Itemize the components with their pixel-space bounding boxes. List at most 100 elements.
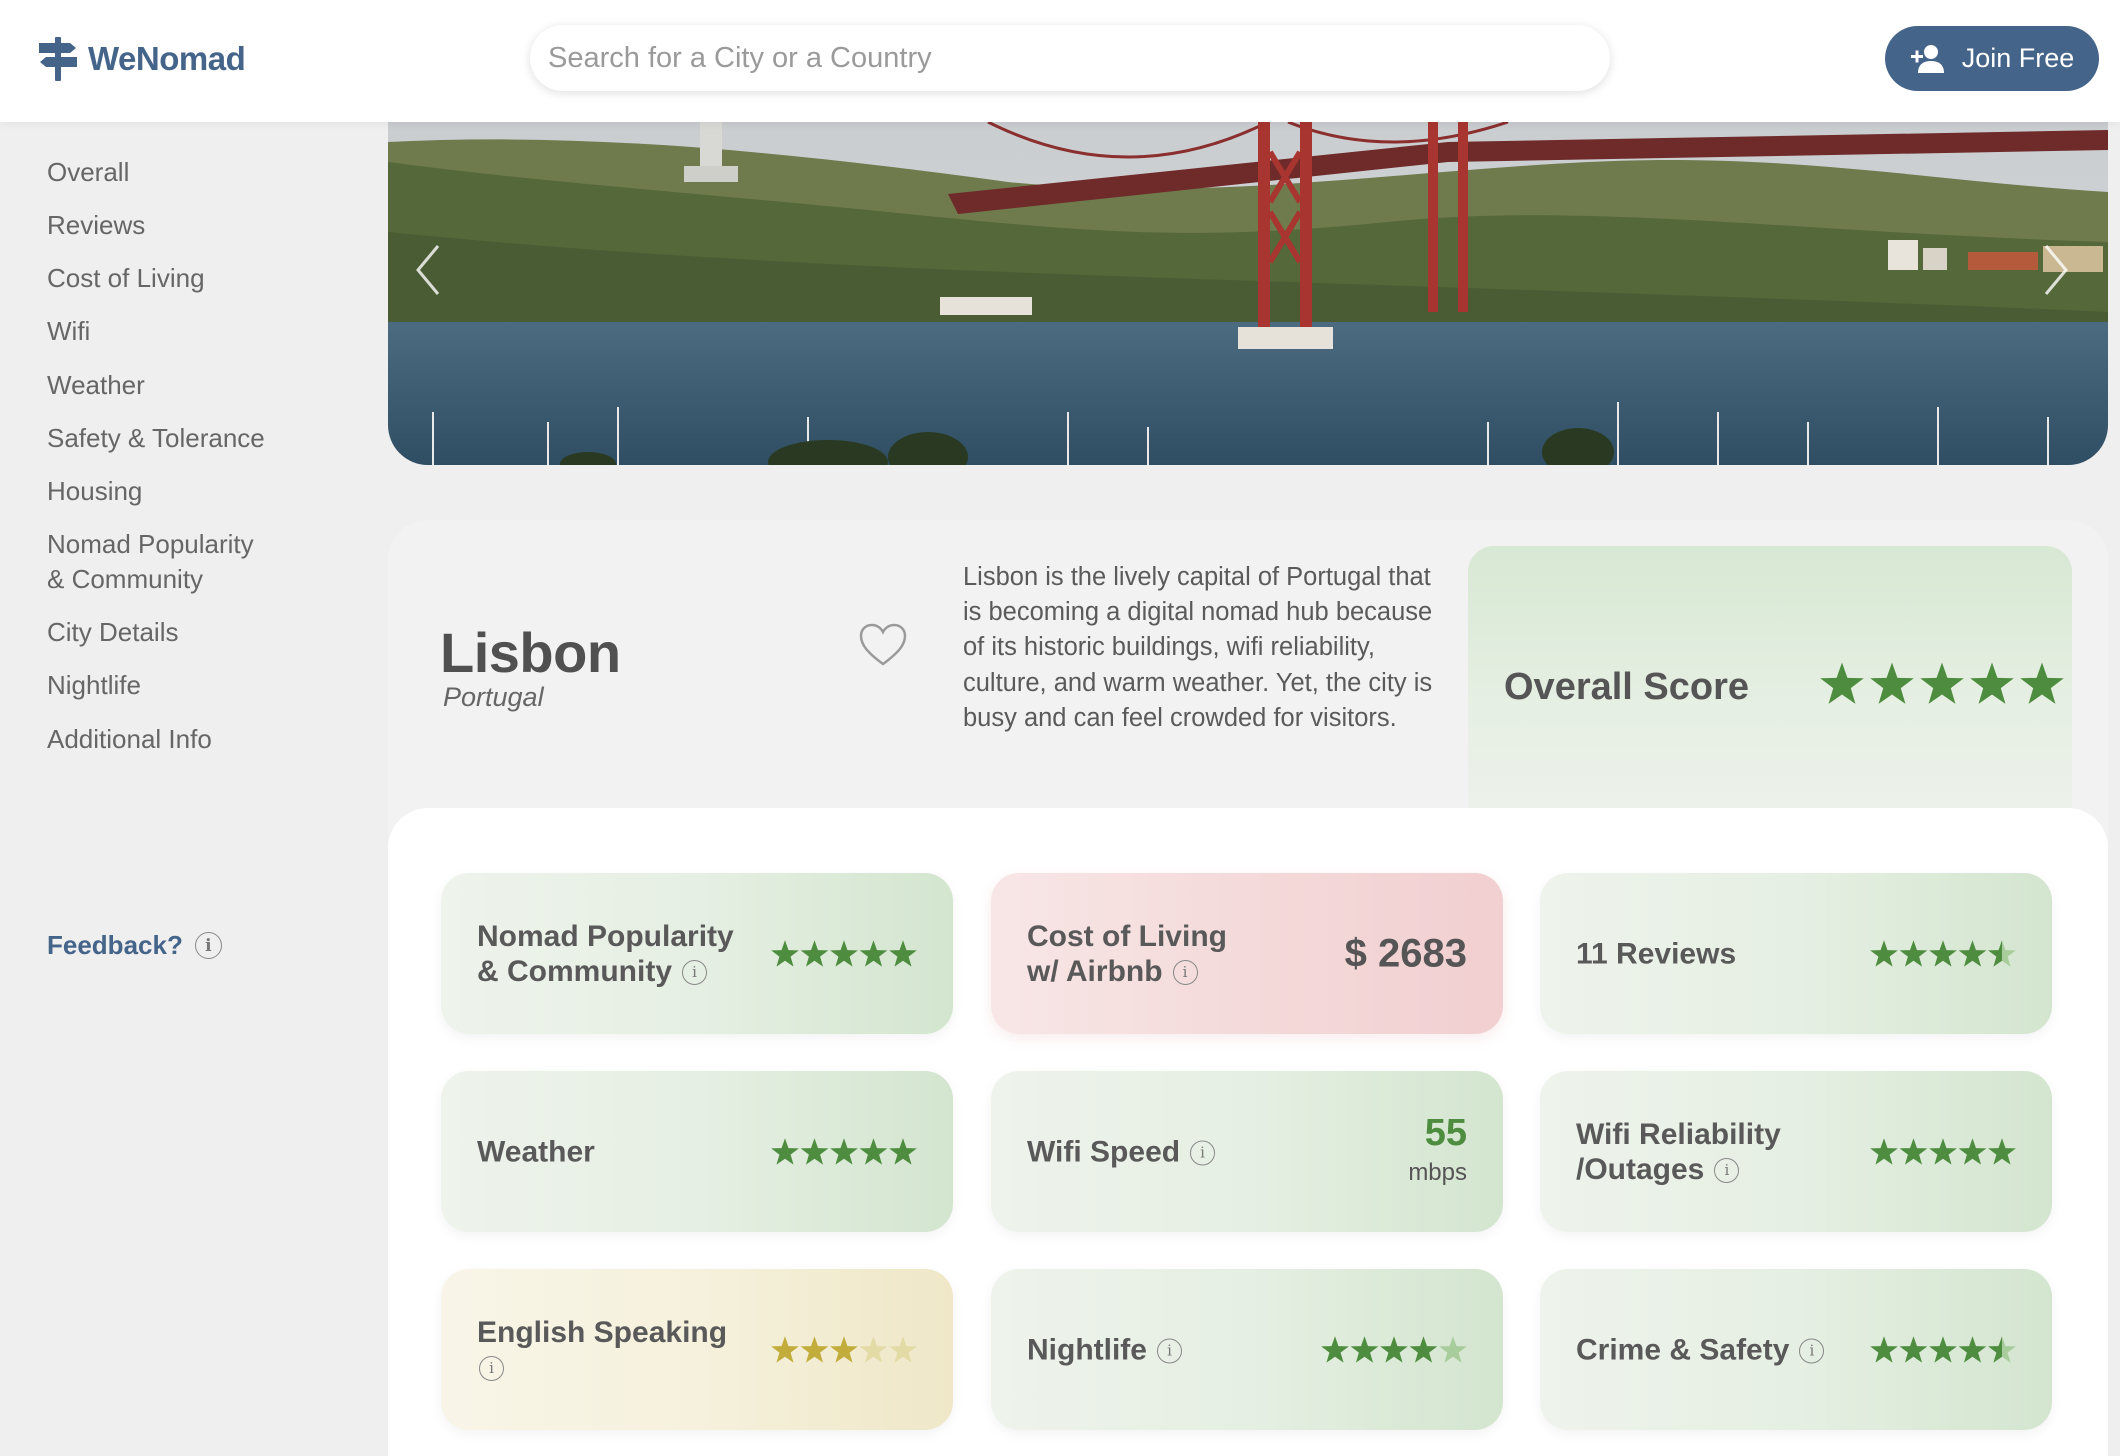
sidebar-item-weather[interactable]: Weather: [47, 368, 145, 403]
brand-name: WeNomad: [88, 40, 246, 77]
star-icon: [889, 1335, 917, 1363]
sidebar-item-label: & Community: [47, 564, 204, 594]
star-icon: [1929, 1137, 1957, 1165]
info-icon[interactable]: i: [1157, 1338, 1182, 1364]
star-icon: [800, 1137, 829, 1165]
signpost-icon: [39, 37, 77, 81]
star-icon: [1970, 662, 2014, 704]
search-input[interactable]: [530, 25, 1610, 91]
star-icon: [800, 1335, 829, 1363]
star-icon: [771, 939, 799, 967]
info-icon[interactable]: i: [194, 932, 222, 959]
feedback-label: Feedback?: [47, 930, 183, 960]
info-icon[interactable]: i: [1172, 960, 1198, 986]
tile-crime-safety[interactable]: Crime & Safety i: [1540, 1269, 2052, 1430]
sidebar: Overall Reviews Cost of Living Wifi Weat…: [0, 122, 386, 1456]
tile-reviews[interactable]: 11 Reviews: [1540, 873, 2052, 1034]
sidebar-item-city-details[interactable]: City Details: [47, 615, 178, 650]
sidebar-item-safety-tolerance[interactable]: Safety & Tolerance: [47, 421, 265, 456]
city-card: Lisbon Portugal Lisbon is the lively cap…: [388, 520, 2108, 1456]
star-icon: [889, 939, 917, 967]
feedback-link[interactable]: Feedback? i: [47, 930, 222, 961]
sidebar-item-wifi[interactable]: Wifi: [47, 314, 90, 349]
star-icon: [1958, 1137, 1987, 1165]
overall-score-label: Overall Score: [1504, 666, 1750, 708]
tile-label-line1: Wifi Reliability: [1576, 1117, 1781, 1151]
star-rating: [1870, 1137, 2016, 1165]
tile-wifi-reliability[interactable]: Wifi Reliability /Outages i: [1540, 1071, 2052, 1232]
sidebar-item-reviews[interactable]: Reviews: [47, 208, 145, 243]
star-icon: [859, 939, 888, 967]
info-icon[interactable]: i: [1799, 1338, 1825, 1364]
carousel-prev-button[interactable]: [408, 240, 448, 300]
star-rating: [1870, 939, 2016, 967]
star-icon: [1958, 939, 1987, 967]
tile-label-text: w/ Airbnb: [1027, 954, 1163, 988]
tile-label-text: Wifi Speed: [1027, 1135, 1181, 1168]
carousel-next-button[interactable]: [2036, 240, 2076, 300]
city-description: Lisbon is the lively capital of Portugal…: [963, 563, 1433, 732]
sidebar-item-overall[interactable]: Overall: [47, 155, 129, 190]
sidebar-item-label: Nomad Popularity: [47, 529, 254, 559]
sidebar-item-nomad-popularity[interactable]: Nomad Popularity & Community: [47, 527, 254, 597]
wifi-speed-unit: mbps: [1408, 1159, 1467, 1186]
tile-label-line1: Nomad Popularity: [477, 919, 734, 953]
tile-weather[interactable]: Weather: [441, 1071, 953, 1232]
star-icon: [1820, 662, 1864, 704]
join-free-label: Join Free: [1961, 43, 2075, 73]
tile-cost-of-living[interactable]: Cost of Living w/ Airbnb i $ 2683: [991, 873, 1503, 1034]
favorite-button[interactable]: [858, 622, 908, 668]
star-icon: [2020, 662, 2064, 704]
star-icon: [1870, 939, 1898, 967]
join-free-button[interactable]: Join Free: [1885, 26, 2099, 91]
sidebar-item-nightlife[interactable]: Nightlife: [47, 668, 141, 703]
overall-score-panel: Overall Score: [1468, 546, 2072, 836]
star-icon: [771, 1137, 799, 1165]
wifi-speed-value: 55 mbps: [1408, 1113, 1467, 1187]
info-icon[interactable]: i: [1714, 1158, 1740, 1184]
tile-label: Cost of Living w/ Airbnb i: [1027, 919, 1227, 989]
star-icon: [1439, 1335, 1467, 1363]
tile-english-speaking[interactable]: English Speaking i: [441, 1269, 953, 1430]
star-icon: [1929, 939, 1957, 967]
info-icon[interactable]: i: [1190, 1140, 1216, 1166]
tile-label: Weather: [477, 1135, 595, 1168]
tile-label-line2: i: [477, 1350, 727, 1385]
tile-nightlife[interactable]: Nightlife i: [991, 1269, 1503, 1430]
star-icon: [1350, 1335, 1379, 1363]
star-icon: [859, 1137, 888, 1165]
tile-label-line1: English Speaking: [477, 1315, 728, 1349]
tile-label: Nightlife i: [1027, 1332, 1182, 1367]
tile-wifi-speed[interactable]: Wifi Speed i 55 mbps: [991, 1071, 1503, 1232]
tile-label-text: & Community: [477, 954, 672, 988]
star-rating: [1870, 1335, 2016, 1363]
info-icon[interactable]: i: [682, 960, 707, 986]
star-rating: [771, 1137, 917, 1165]
info-icon[interactable]: i: [479, 1356, 504, 1382]
tile-label-text: Crime & Safety: [1576, 1333, 1790, 1366]
star-rating: [771, 1335, 917, 1363]
star-icon: [800, 939, 829, 967]
tile-label-line1: Cost of Living: [1027, 919, 1227, 953]
tile-label: 11 Reviews: [1576, 937, 1737, 970]
sidebar-item-additional-info[interactable]: Additional Info: [47, 722, 212, 757]
star-icon: [1899, 939, 1928, 967]
overall-star-rating: [1820, 662, 2064, 704]
star-icon: [1409, 1335, 1438, 1363]
star-icon: [830, 939, 858, 967]
logo[interactable]: WeNomad: [36, 34, 246, 84]
star-icon: [859, 1335, 888, 1363]
star-icon: [1870, 1335, 1898, 1363]
sidebar-item-cost-of-living[interactable]: Cost of Living: [47, 261, 205, 296]
star-icon: [1988, 1137, 2016, 1165]
heart-icon: [859, 623, 907, 666]
tile-label-line2: w/ Airbnb i: [1027, 954, 1227, 989]
star-icon: [1958, 1335, 1987, 1363]
chevron-left-icon: [416, 245, 440, 295]
country-name: Portugal: [443, 682, 544, 712]
hero-image-carousel: [388, 122, 2108, 465]
sidebar-item-housing[interactable]: Housing: [47, 474, 142, 509]
header: WeNomad Join Free: [0, 0, 2120, 122]
star-icon: [889, 1137, 917, 1165]
tile-nomad-popularity[interactable]: Nomad Popularity & Community i: [441, 873, 953, 1034]
